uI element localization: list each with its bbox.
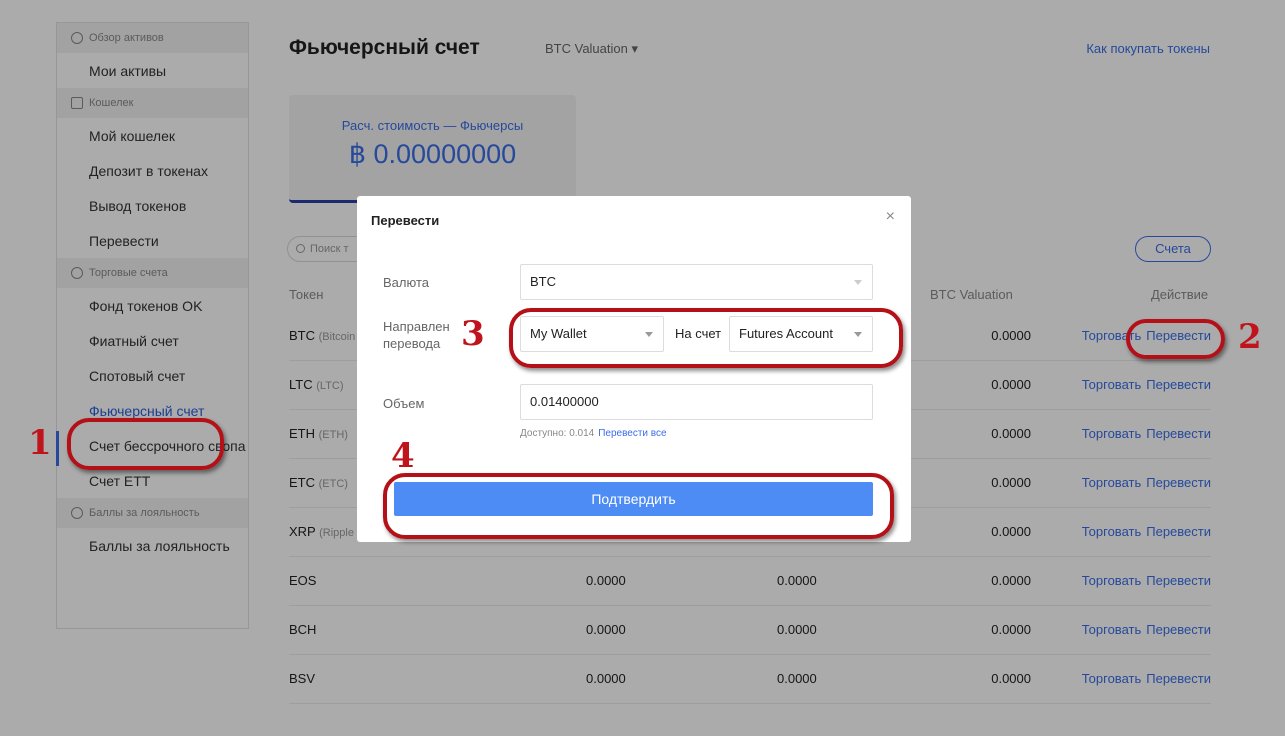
currency-label: Валюта: [383, 275, 429, 290]
amount-input[interactable]: 0.01400000: [520, 384, 873, 420]
annotation-ring-2: [1126, 319, 1225, 359]
annotation-number-4: 4: [391, 436, 415, 476]
modal-title: Перевести: [371, 213, 440, 228]
annotation-number-1: 1: [28, 423, 52, 463]
annotation-ring-1: [67, 418, 224, 470]
chevron-down-icon: [854, 280, 862, 285]
close-icon[interactable]: ×: [886, 208, 895, 226]
annotation-number-2: 2: [1238, 317, 1262, 357]
direction-label: Направлен перевода: [383, 319, 450, 351]
annotation-ring-3: [509, 308, 903, 368]
transfer-all-link[interactable]: Перевести все: [598, 428, 666, 439]
annotation-ring-4: [383, 473, 894, 539]
amount-label: Объем: [383, 396, 425, 411]
page: Обзор активов Мои активы Кошелек Мой кош…: [0, 0, 1285, 736]
annotation-number-3: 3: [461, 314, 485, 354]
currency-select[interactable]: BTC: [520, 264, 873, 300]
available-balance: Доступно: 0.014 Перевести все: [520, 428, 667, 439]
